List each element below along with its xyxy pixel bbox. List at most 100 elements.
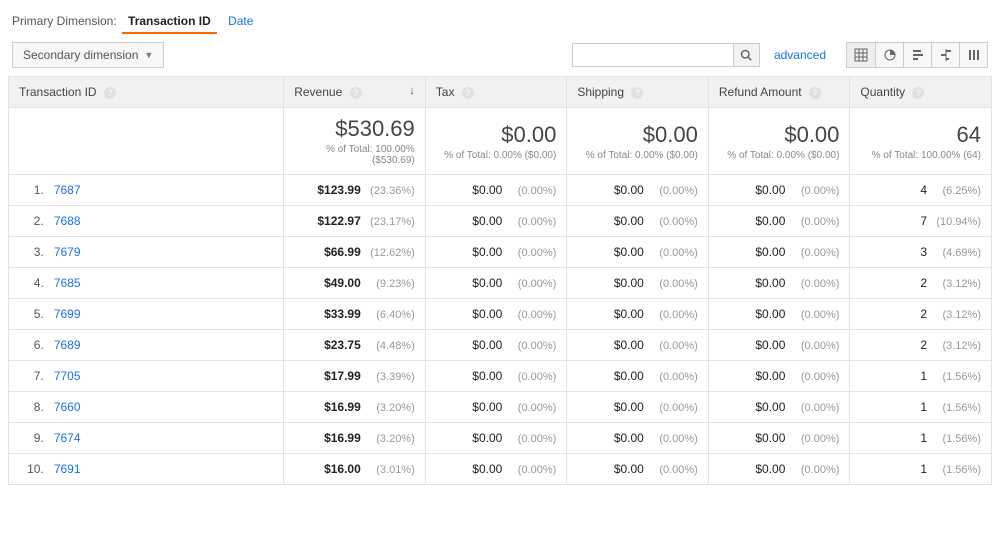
search-button[interactable] (733, 44, 759, 66)
row-refund: $0.00(0.00%) (708, 361, 850, 392)
row-revenue: $66.99(12.62%) (284, 237, 426, 268)
help-icon: ? (809, 87, 821, 99)
table-row: 10.7691$16.00(3.01%)$0.00(0.00%)$0.00(0.… (9, 454, 992, 485)
transaction-link[interactable]: 7679 (54, 245, 81, 259)
row-revenue: $123.99(23.36%) (284, 175, 426, 206)
row-index: 6. (9, 330, 48, 361)
view-pie-button[interactable] (875, 43, 903, 67)
help-icon: ? (104, 87, 116, 99)
help-icon: ? (350, 87, 362, 99)
row-refund: $0.00(0.00%) (708, 454, 850, 485)
row-transaction-id: 7674 (48, 423, 284, 454)
row-transaction-id: 7699 (48, 299, 284, 330)
view-bar-button[interactable] (903, 43, 931, 67)
summary-row: $530.69% of Total: 100.00% ($530.69) $0.… (9, 108, 992, 175)
row-index: 4. (9, 268, 48, 299)
col-quantity[interactable]: Quantity ? (850, 77, 992, 108)
row-transaction-id: 7685 (48, 268, 284, 299)
row-quantity: 4(6.25%) (850, 175, 992, 206)
row-index: 3. (9, 237, 48, 268)
pivot-icon (967, 48, 981, 62)
row-refund: $0.00(0.00%) (708, 392, 850, 423)
comparison-icon (939, 48, 953, 62)
table-row: 3.7679$66.99(12.62%)$0.00(0.00%)$0.00(0.… (9, 237, 992, 268)
row-index: 9. (9, 423, 48, 454)
row-shipping: $0.00(0.00%) (567, 361, 709, 392)
row-index: 5. (9, 299, 48, 330)
view-pivot-button[interactable] (959, 43, 987, 67)
row-revenue: $17.99(3.39%) (284, 361, 426, 392)
row-refund: $0.00(0.00%) (708, 330, 850, 361)
row-transaction-id: 7679 (48, 237, 284, 268)
transaction-link[interactable]: 7699 (54, 307, 81, 321)
transaction-link[interactable]: 7660 (54, 400, 81, 414)
row-revenue: $49.00(9.23%) (284, 268, 426, 299)
summary-shipping: $0.00% of Total: 0.00% ($0.00) (567, 108, 709, 175)
bar-icon (911, 48, 925, 62)
row-refund: $0.00(0.00%) (708, 423, 850, 454)
row-revenue: $16.99(3.20%) (284, 423, 426, 454)
search-input[interactable] (573, 44, 733, 66)
row-tax: $0.00(0.00%) (425, 175, 567, 206)
row-shipping: $0.00(0.00%) (567, 206, 709, 237)
primary-dimension-selector: Primary Dimension: Transaction ID Date (8, 4, 992, 34)
primary-dimension-transaction-id[interactable]: Transaction ID (122, 10, 217, 34)
transaction-link[interactable]: 7688 (54, 214, 81, 228)
transactions-table: Transaction ID ? Revenue ? ↓ Tax ? Shipp… (8, 76, 992, 485)
col-transaction-id[interactable]: Transaction ID ? (9, 77, 284, 108)
report-toolbar: Secondary dimension ▼ advanced (8, 34, 992, 76)
secondary-dimension-button[interactable]: Secondary dimension ▼ (12, 42, 164, 68)
col-revenue[interactable]: Revenue ? ↓ (284, 77, 426, 108)
row-index: 1. (9, 175, 48, 206)
view-comparison-button[interactable] (931, 43, 959, 67)
transaction-link[interactable]: 7705 (54, 369, 81, 383)
summary-tax: $0.00% of Total: 0.00% ($0.00) (425, 108, 567, 175)
row-transaction-id: 7660 (48, 392, 284, 423)
row-tax: $0.00(0.00%) (425, 237, 567, 268)
row-shipping: $0.00(0.00%) (567, 175, 709, 206)
help-icon: ? (912, 87, 924, 99)
row-tax: $0.00(0.00%) (425, 268, 567, 299)
transaction-link[interactable]: 7687 (54, 183, 81, 197)
row-quantity: 1(1.56%) (850, 454, 992, 485)
table-row: 7.7705$17.99(3.39%)$0.00(0.00%)$0.00(0.0… (9, 361, 992, 392)
row-revenue: $33.99(6.40%) (284, 299, 426, 330)
row-quantity: 3(4.69%) (850, 237, 992, 268)
table-row: 4.7685$49.00(9.23%)$0.00(0.00%)$0.00(0.0… (9, 268, 992, 299)
row-quantity: 7(10.94%) (850, 206, 992, 237)
row-shipping: $0.00(0.00%) (567, 268, 709, 299)
summary-revenue: $530.69% of Total: 100.00% ($530.69) (284, 108, 426, 175)
col-tax[interactable]: Tax ? (425, 77, 567, 108)
col-refund[interactable]: Refund Amount ? (708, 77, 850, 108)
primary-dimension-date[interactable]: Date (222, 10, 259, 32)
row-shipping: $0.00(0.00%) (567, 330, 709, 361)
row-tax: $0.00(0.00%) (425, 330, 567, 361)
advanced-link[interactable]: advanced (768, 48, 832, 62)
help-icon: ? (462, 87, 474, 99)
row-shipping: $0.00(0.00%) (567, 392, 709, 423)
transaction-link[interactable]: 7689 (54, 338, 81, 352)
row-tax: $0.00(0.00%) (425, 361, 567, 392)
primary-dimension-label: Primary Dimension: (12, 14, 117, 28)
row-tax: $0.00(0.00%) (425, 299, 567, 330)
view-table-button[interactable] (847, 43, 875, 67)
table-row: 6.7689$23.75(4.48%)$0.00(0.00%)$0.00(0.0… (9, 330, 992, 361)
row-tax: $0.00(0.00%) (425, 206, 567, 237)
row-revenue: $16.99(3.20%) (284, 392, 426, 423)
sort-desc-icon: ↓ (409, 85, 415, 97)
row-tax: $0.00(0.00%) (425, 392, 567, 423)
row-quantity: 1(1.56%) (850, 423, 992, 454)
search-icon (740, 49, 752, 61)
table-header-row: Transaction ID ? Revenue ? ↓ Tax ? Shipp… (9, 77, 992, 108)
transaction-link[interactable]: 7674 (54, 431, 81, 445)
row-transaction-id: 7687 (48, 175, 284, 206)
help-icon: ? (631, 87, 643, 99)
table-row: 2.7688$122.97(23.17%)$0.00(0.00%)$0.00(0… (9, 206, 992, 237)
pie-icon (883, 48, 897, 62)
table-row: 9.7674$16.99(3.20%)$0.00(0.00%)$0.00(0.0… (9, 423, 992, 454)
transaction-link[interactable]: 7691 (54, 462, 81, 476)
caret-down-icon: ▼ (144, 50, 153, 60)
row-revenue: $16.00(3.01%) (284, 454, 426, 485)
col-shipping[interactable]: Shipping ? (567, 77, 709, 108)
transaction-link[interactable]: 7685 (54, 276, 81, 290)
